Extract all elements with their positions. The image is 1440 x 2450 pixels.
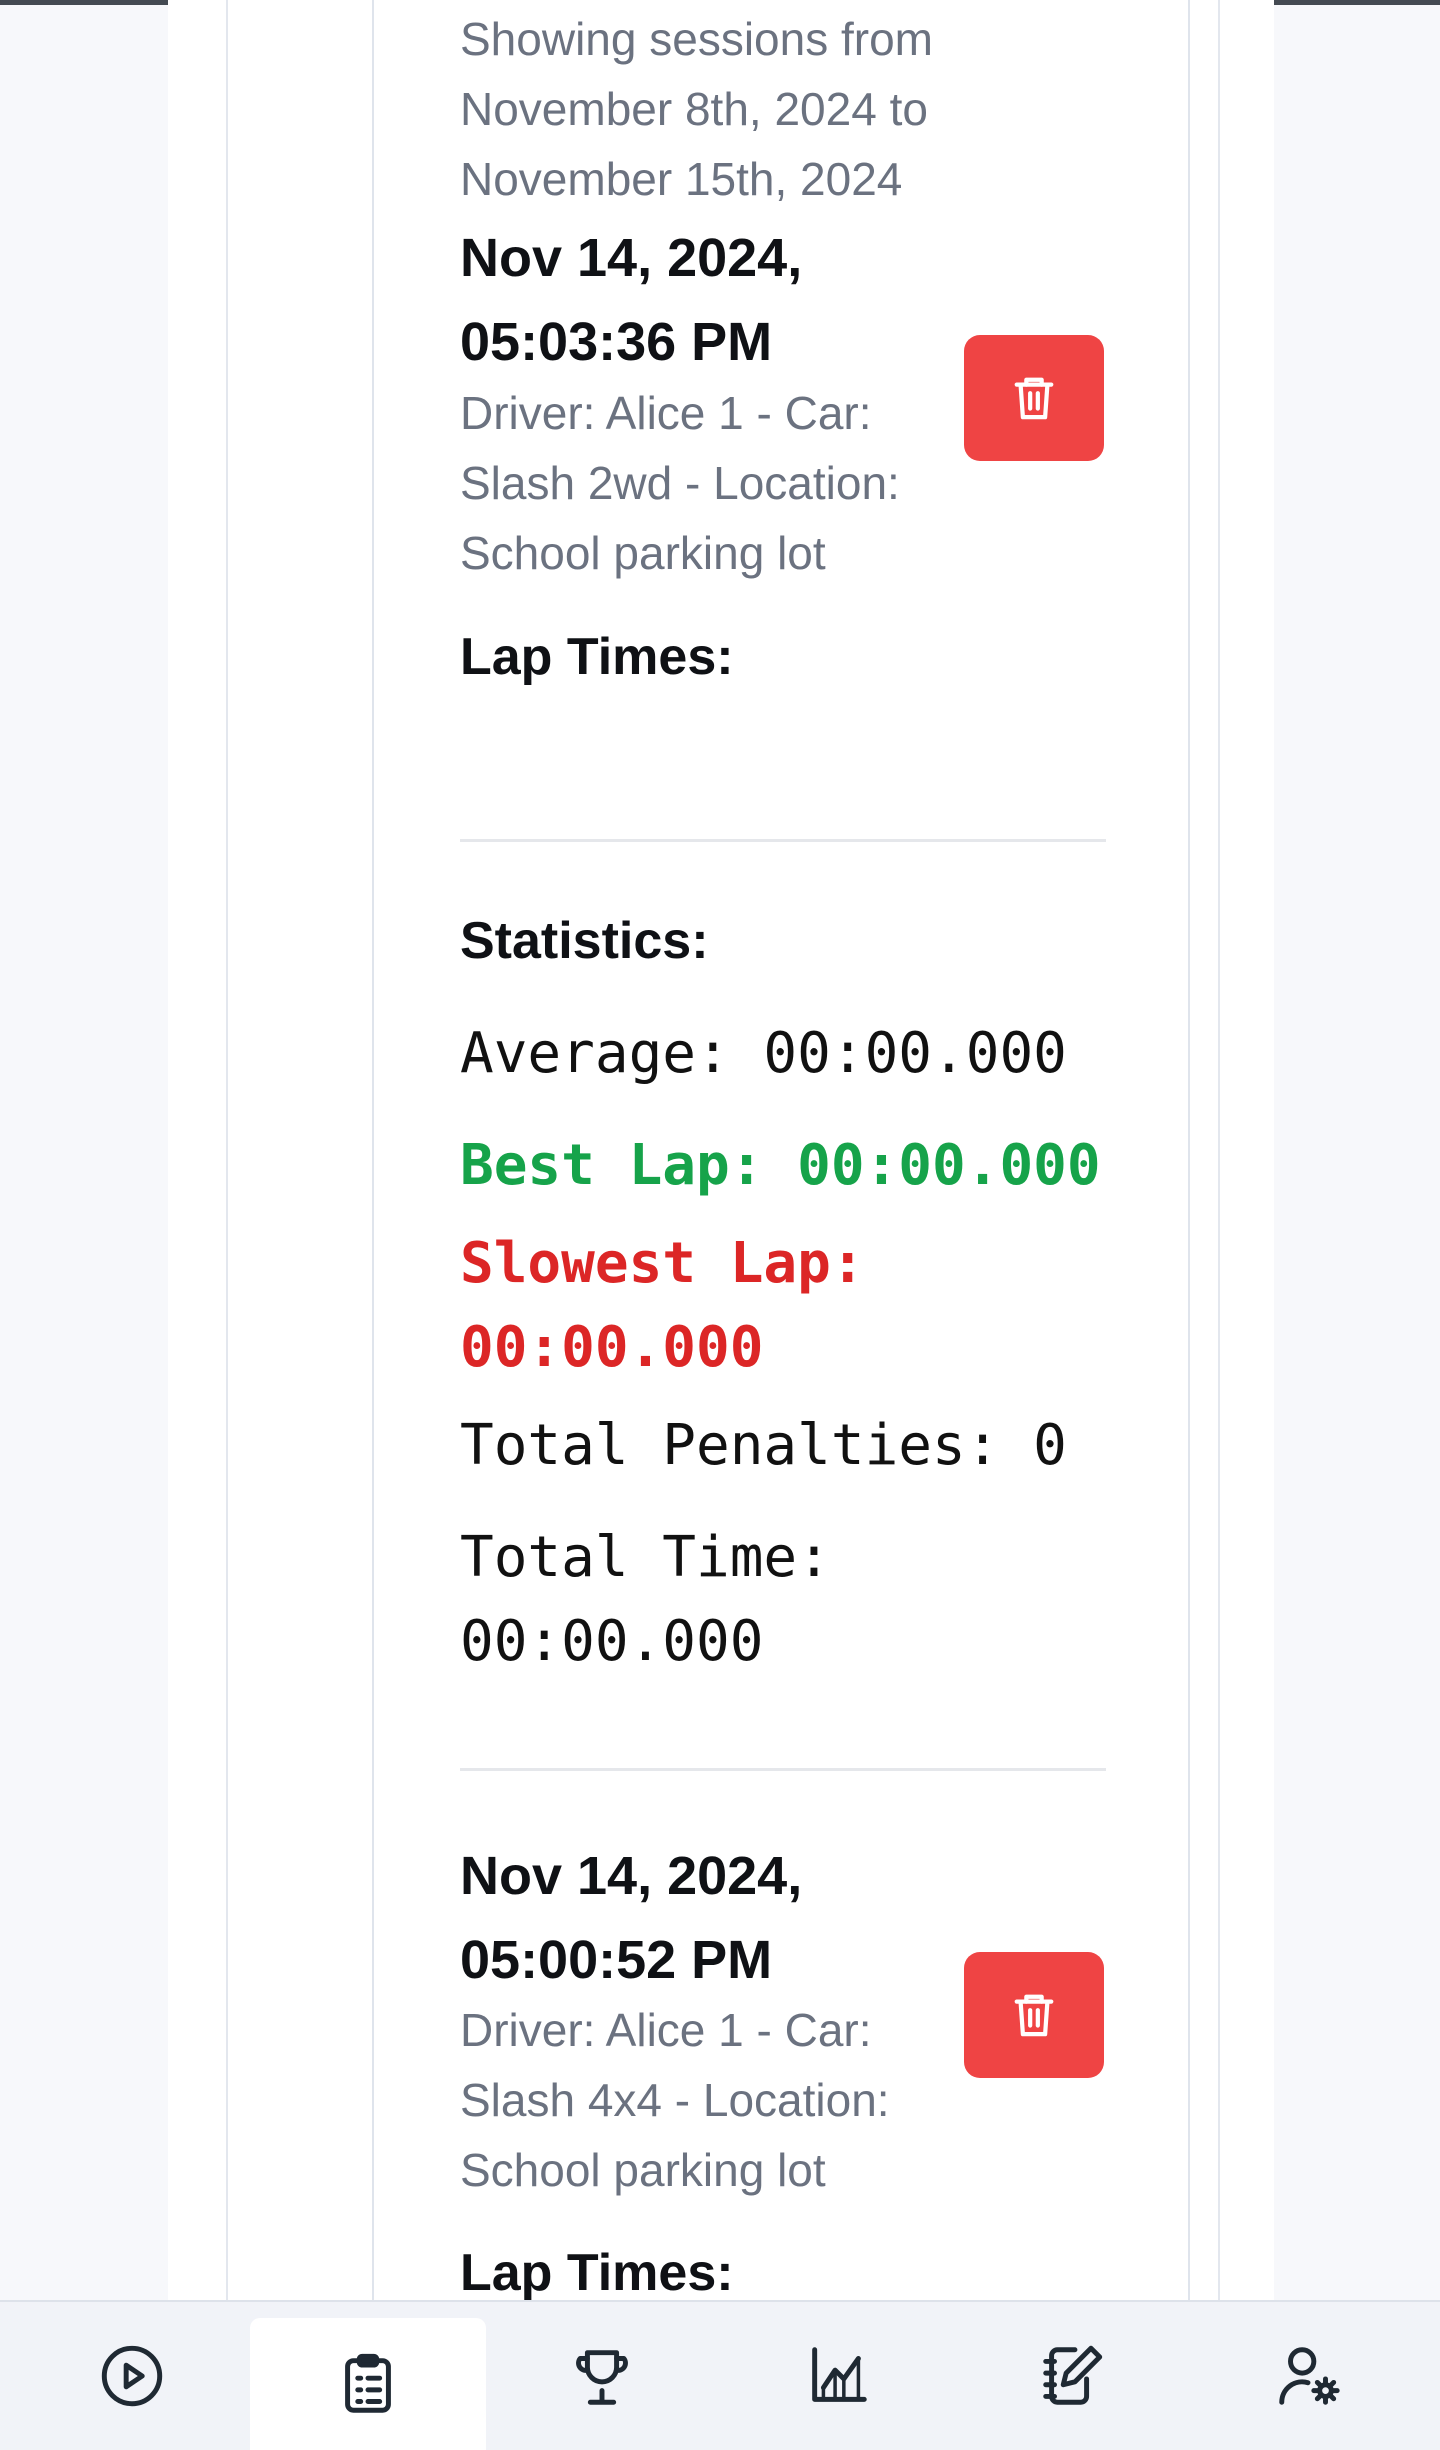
- nav-stats[interactable]: [720, 2302, 956, 2450]
- nav-profile-settings[interactable]: [1190, 2302, 1426, 2450]
- notebook-edit-icon: [1043, 2345, 1103, 2405]
- chart-icon: [812, 2347, 867, 2402]
- session-meta: Driver: Alice 1 - Car: Slash 2wd - Locat…: [460, 387, 900, 579]
- nav-timer[interactable]: [14, 2302, 250, 2450]
- best-lap-stat: Best Lap: 00:00.000: [460, 1133, 1101, 1198]
- trash-icon: [1014, 377, 1054, 420]
- lap-times-label: Lap Times:: [460, 628, 734, 686]
- page-container: Showing sessions from November 8th, 2024…: [168, 0, 1274, 2302]
- bottom-navigation: [0, 2300, 1440, 2450]
- total-penalties-stat: Total Penalties: 0: [460, 1413, 1067, 1478]
- nav-leaderboard[interactable]: [484, 2302, 720, 2450]
- clipboard-list-icon: [345, 2353, 391, 2413]
- slowest-lap-stat: Slowest Lap: 00:00.000: [460, 1231, 865, 1380]
- average-stat: Average: 00:00.000: [460, 1021, 1067, 1086]
- divider: [460, 839, 1106, 842]
- statistics-label: Statistics:: [460, 912, 709, 970]
- trophy-icon: [576, 2350, 628, 2405]
- session-meta: Driver: Alice 1 - Car: Slash 4x4 - Locat…: [460, 2004, 890, 2196]
- divider: [460, 1768, 1106, 1771]
- nav-notes[interactable]: [954, 2302, 1190, 2450]
- session-list[interactable]: Showing sessions from November 8th, 2024…: [372, 0, 1190, 2302]
- session-date: Nov 14, 2024, 05:03:36 PM: [460, 228, 803, 372]
- delete-session-button[interactable]: [964, 1952, 1104, 2078]
- total-time-stat: Total Time: 00:00.000: [460, 1525, 831, 1674]
- play-circle-icon: [101, 2345, 163, 2407]
- trash-icon: [1014, 1994, 1054, 2037]
- delete-session-button[interactable]: [964, 335, 1104, 461]
- date-range-text: Showing sessions from November 8th, 2024…: [460, 13, 933, 205]
- nav-sessions[interactable]: [250, 2318, 486, 2450]
- session-date: Nov 14, 2024, 05:00:52 PM: [460, 1846, 803, 1990]
- history-card: Showing sessions from November 8th, 2024…: [226, 0, 1220, 2302]
- lap-times-label: Lap Times:: [460, 2244, 734, 2302]
- user-settings-icon: [1279, 2347, 1340, 2405]
